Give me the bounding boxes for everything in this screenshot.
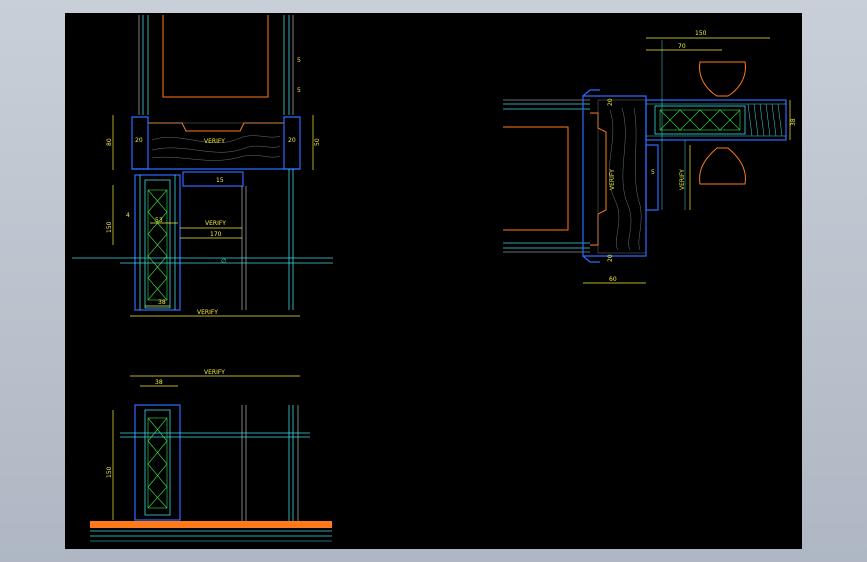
dim-verify-left: VERIFY bbox=[609, 169, 616, 190]
dim-4: 4 bbox=[126, 212, 130, 219]
dim-53: 53 bbox=[155, 217, 163, 224]
dim-verify-right: VERIFY bbox=[679, 169, 686, 190]
svg-text:∅: ∅ bbox=[221, 258, 226, 265]
drawing-sheet bbox=[65, 13, 802, 549]
dim-38: 38 bbox=[790, 118, 797, 126]
dim-5-a: 5 bbox=[297, 57, 301, 64]
dim-150: 150 bbox=[695, 30, 707, 37]
dim-70: 70 bbox=[678, 43, 686, 50]
dim-verify-top: VERIFY bbox=[204, 138, 225, 145]
dim-150: 150 bbox=[106, 466, 113, 478]
dim-15: 15 bbox=[216, 177, 224, 184]
dim-5: 5 bbox=[651, 169, 655, 176]
dim-verify-bottom: VERIFY bbox=[197, 309, 218, 316]
dim-38: 38 bbox=[155, 379, 163, 386]
dim-150: 150 bbox=[106, 221, 113, 233]
dim-5-b: 5 bbox=[297, 87, 301, 94]
dim-20-right: 20 bbox=[288, 137, 296, 144]
cad-drawing: ∅ VERIFY 20 20 80 50 150 15 53 VERIFY 17… bbox=[65, 13, 802, 549]
dim-20-top: 20 bbox=[607, 98, 614, 106]
dim-80: 80 bbox=[106, 138, 113, 146]
dim-170: 170 bbox=[210, 231, 222, 238]
dim-verify-mid: VERIFY bbox=[205, 220, 226, 227]
dim-60: 60 bbox=[609, 276, 617, 283]
dim-38: 38 bbox=[158, 299, 166, 306]
cad-viewport[interactable]: ∅ VERIFY 20 20 80 50 150 15 53 VERIFY 17… bbox=[0, 0, 867, 562]
dim-verify: VERIFY bbox=[204, 369, 225, 376]
dim-50: 50 bbox=[314, 138, 321, 146]
dim-20-bottom: 20 bbox=[607, 254, 614, 262]
dim-20-left: 20 bbox=[135, 137, 143, 144]
